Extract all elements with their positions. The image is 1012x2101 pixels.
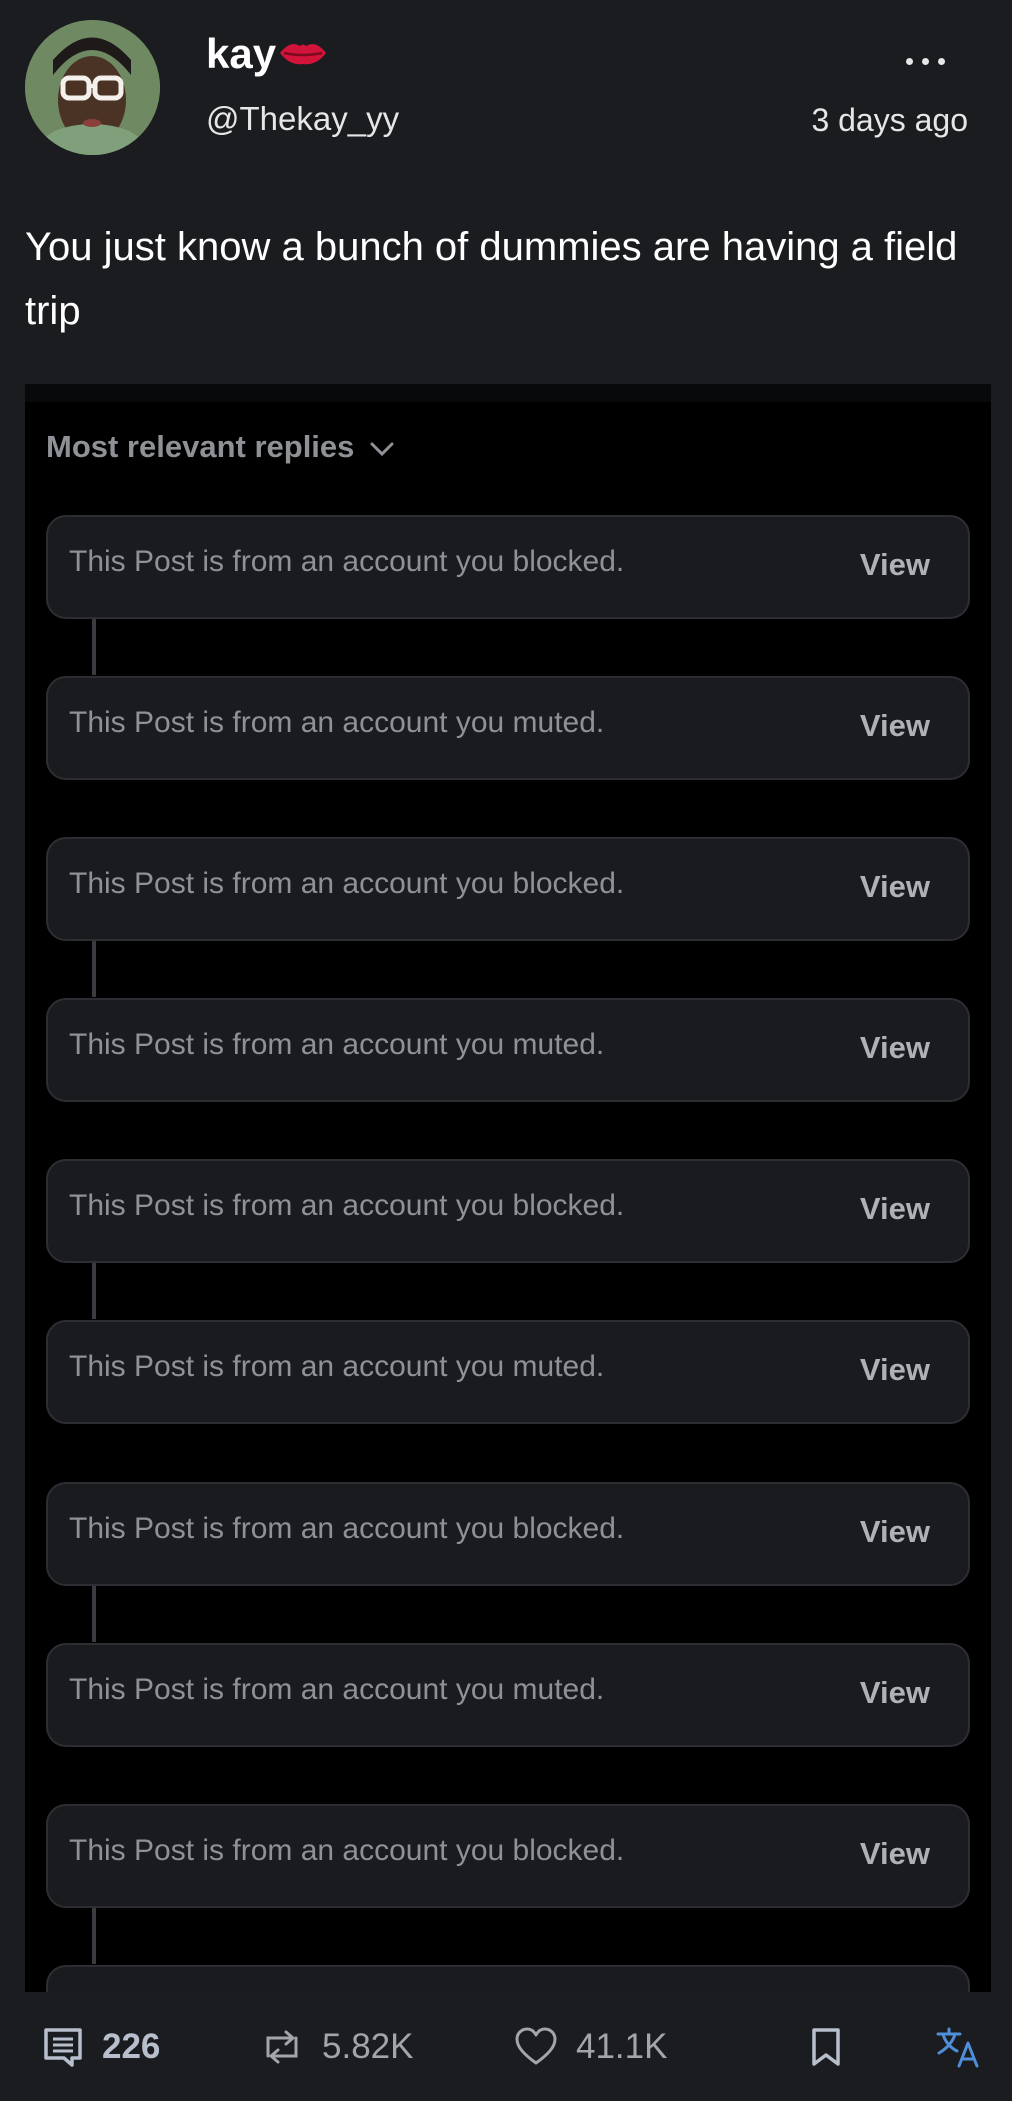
view-button[interactable]: View — [860, 547, 930, 583]
reply-card: This Post is from an account you blocked… — [46, 1804, 970, 1908]
reply-card-partial — [46, 1965, 970, 1992]
post-timestamp: 3 days ago — [811, 102, 968, 138]
reply-card: This Post is from an account you muted. … — [46, 998, 970, 1102]
reply-card: This Post is from an account you blocked… — [46, 1482, 970, 1586]
reply-notice: This Post is from an account you muted. — [69, 1673, 605, 1706]
thread-line — [92, 1908, 96, 1964]
view-button[interactable]: View — [860, 1675, 930, 1711]
bookmark-action[interactable] — [808, 2026, 844, 2068]
reply-card: This Post is from an account you muted. … — [46, 1320, 970, 1424]
reply-card: This Post is from an account you blocked… — [46, 1159, 970, 1263]
bookmark-icon — [812, 2028, 840, 2066]
chevron-down-icon — [370, 442, 394, 456]
repost-icon — [266, 2030, 298, 2064]
reply-notice: This Post is from an account you blocked… — [69, 1834, 625, 1867]
like-count: 41.1K — [576, 2027, 668, 2066]
lips-emoji — [278, 38, 328, 73]
reply-notice: This Post is from an account you muted. — [69, 706, 605, 739]
thread-line — [92, 619, 96, 675]
reply-notice: This Post is from an account you blocked… — [69, 1512, 625, 1545]
reply-card: This Post is from an account you blocked… — [46, 837, 970, 941]
translate-action[interactable] — [935, 2026, 981, 2070]
post-action-bar: 226 5.82K 41.1K — [0, 2016, 1012, 2101]
avatar[interactable] — [25, 20, 160, 155]
view-button[interactable]: View — [860, 1030, 930, 1066]
repost-action[interactable]: 5.82K — [260, 2026, 413, 2068]
reply-notice: This Post is from an account you muted. — [69, 1028, 605, 1061]
reply-card: This Post is from an account you muted. … — [46, 1643, 970, 1747]
thread-line — [92, 1263, 96, 1319]
reply-card: This Post is from an account you blocked… — [46, 515, 970, 619]
thread-line — [92, 1586, 96, 1642]
reply-card: This Post is from an account you muted. … — [46, 676, 970, 780]
sort-label: Most relevant replies — [46, 429, 355, 464]
reply-count: 226 — [102, 2027, 161, 2066]
more-options-icon[interactable] — [906, 52, 966, 68]
view-button[interactable]: View — [860, 1836, 930, 1872]
view-button[interactable]: View — [860, 869, 930, 905]
sort-replies-dropdown[interactable]: Most relevant replies — [46, 429, 395, 465]
like-action[interactable]: 41.1K — [514, 2026, 667, 2068]
post-text: You just know a bunch of dummies are hav… — [25, 225, 958, 333]
comment-icon — [44, 2028, 82, 2067]
author-name[interactable]: kay — [206, 30, 276, 78]
embedded-replies-screenshot: Most relevant replies This Post is from … — [25, 384, 991, 1992]
reply-notice: This Post is from an account you blocked… — [69, 1189, 625, 1222]
heart-icon — [515, 2027, 557, 2065]
reply-action[interactable]: 226 — [42, 2026, 160, 2068]
view-button[interactable]: View — [860, 1352, 930, 1388]
view-button[interactable]: View — [860, 1191, 930, 1227]
view-button[interactable]: View — [860, 1514, 930, 1550]
reply-notice: This Post is from an account you muted. — [69, 1350, 605, 1383]
view-button[interactable]: View — [860, 708, 930, 744]
post-header: kay @Thekay_yy 3 days ago — [0, 0, 1012, 180]
reply-notice: This Post is from an account you blocked… — [69, 545, 625, 578]
repost-count: 5.82K — [322, 2027, 414, 2066]
thread-line — [92, 941, 96, 997]
author-handle[interactable]: @Thekay_yy — [206, 100, 399, 138]
reply-notice: This Post is from an account you blocked… — [69, 867, 625, 900]
translate-icon — [936, 2027, 979, 2068]
